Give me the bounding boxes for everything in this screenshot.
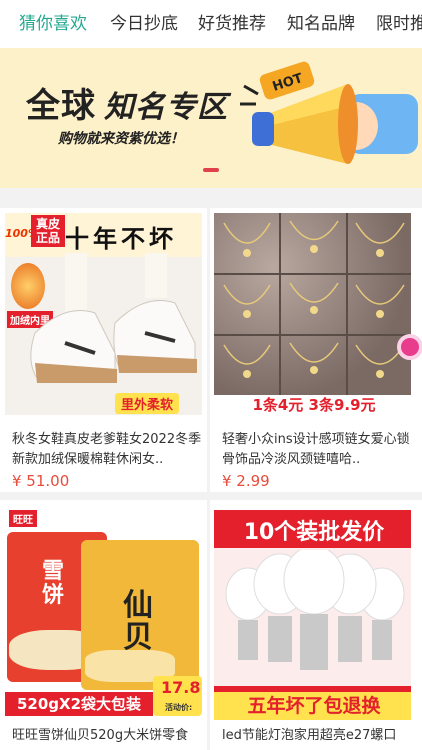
image-bottom-label: 520gX2袋大包装 [5, 692, 153, 716]
product-card[interactable]: 10个装批发价 五年坏了包退换 led节能灯泡家用超亮e27螺口 [210, 500, 422, 750]
bulb-image [225, 550, 405, 670]
tab-limited-time[interactable]: 限时推 [376, 12, 422, 36]
category-tabs: 猜你喜欢 今日抄底 好货推荐 知名品牌 限时推 [0, 0, 422, 48]
image-headline: 10个装批发价 [243, 520, 385, 545]
image-bottom-label: 1条4元 3条9.9元 [214, 395, 411, 415]
floating-button[interactable] [397, 334, 422, 360]
banner-title: 全球 知名专区 [26, 78, 228, 127]
product-image: 10个装批发价 五年坏了包退换 [214, 510, 411, 720]
necklace-image [223, 220, 405, 378]
product-image: 旺旺 雪饼 仙贝 520gX2袋大包装 17.8 活动价: [5, 510, 202, 720]
image-headline: 十年不坏 [65, 225, 177, 253]
product-card[interactable]: 1条4元 3条9.9元 轻奢小众ins设计感项链女爱心锁骨饰品冷淡风颈链嘻哈..… [210, 208, 422, 492]
banner-title-plain: 全球 [26, 86, 96, 126]
product-name: 轻奢小众ins设计感项链女爱心锁骨饰品冷淡风颈链嘻哈.. [222, 432, 410, 467]
product-name: led节能灯泡家用超亮e27螺口 [222, 728, 397, 743]
carousel-indicator[interactable] [203, 168, 219, 172]
tab-famous-brands[interactable]: 知名品牌 [287, 12, 355, 36]
promo-banner[interactable]: 全球 知名专区 购物就来资紫优选！ HOT [0, 48, 422, 188]
image-price-tag: 17.8 [161, 678, 201, 697]
banner-subtitle: 购物就来资紫优选！ [58, 131, 184, 147]
pack-label-snow: 雪饼 [41, 559, 64, 608]
image-bottom-label: 里外柔软 [115, 393, 180, 414]
product-image: 十年不坏 100% 真皮正品 加绒内里 里外柔软 [5, 213, 202, 415]
product-image: 1条4元 3条9.9元 [214, 213, 411, 415]
product-card[interactable]: 旺旺 雪饼 仙贝 520gX2袋大包装 17.8 活动价: 旺旺雪饼仙贝520g… [0, 500, 207, 750]
brand-label: 旺旺 [9, 510, 37, 527]
image-badge: 真皮正品 [31, 215, 65, 247]
product-name: 旺旺雪饼仙贝520g大米饼零食 [12, 728, 189, 743]
megaphone-icon: HOT [240, 61, 418, 164]
product-card[interactable]: 十年不坏 100% 真皮正品 加绒内里 里外柔软 秋冬女鞋真皮老爹鞋女2022冬… [0, 208, 207, 492]
banner-title-bold: 知名专区 [104, 90, 228, 125]
tab-today-bargain[interactable]: 今日抄底 [110, 12, 178, 36]
sneaker-image [30, 253, 197, 383]
product-price: ¥ 2.99 [222, 472, 270, 490]
image-bottom-label: 五年坏了包退换 [214, 692, 411, 720]
product-name: 秋冬女鞋真皮老爹鞋女2022冬季新款加绒保暖棉鞋休闲女.. [12, 432, 202, 467]
image-price-label: 活动价: [165, 703, 193, 712]
tab-recommended[interactable]: 好货推荐 [198, 12, 266, 36]
tab-guess-you-like[interactable]: 猜你喜欢 [19, 12, 87, 36]
product-price: ¥ 51.00 [12, 472, 70, 490]
pack-label-senbei: 仙贝 [123, 588, 153, 655]
